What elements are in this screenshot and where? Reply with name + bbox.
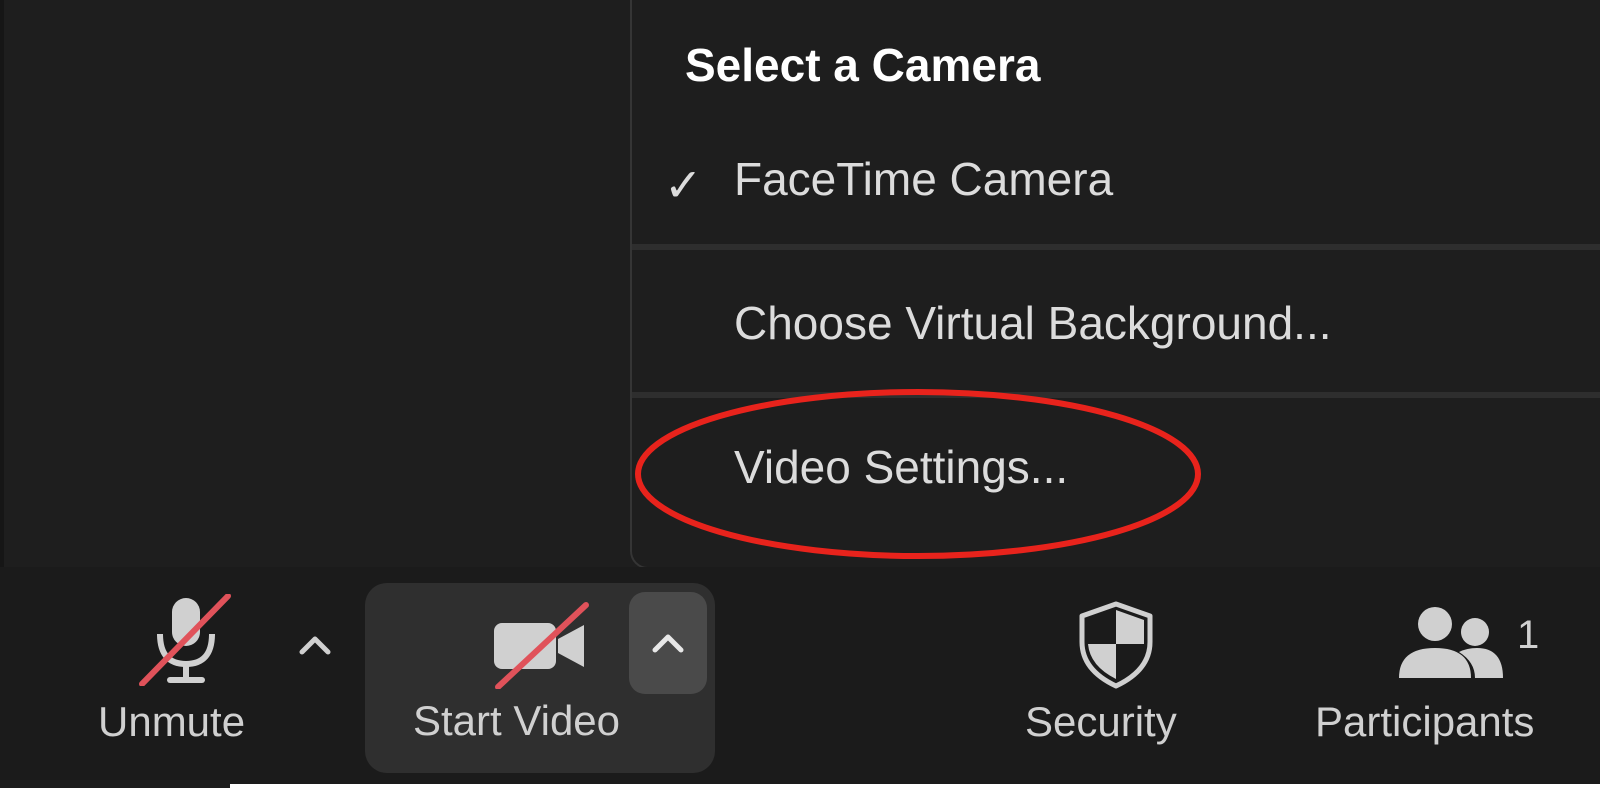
security-label: Security — [1025, 698, 1177, 745]
start-video-label: Start Video — [413, 697, 621, 744]
shield-icon — [1079, 601, 1153, 689]
chevron-up-icon — [299, 636, 331, 655]
unmute-label: Unmute — [98, 698, 246, 745]
video-camera-off-icon — [494, 602, 589, 689]
bottom-edge — [0, 780, 230, 788]
checkmark-icon: ✓ — [664, 159, 703, 211]
security-button[interactable]: Security — [1010, 590, 1210, 770]
menu-item-choose-virtual-background[interactable]: Choose Virtual Background... — [632, 266, 1600, 386]
participants-label: Participants — [1315, 698, 1535, 745]
video-options-button[interactable] — [629, 592, 707, 694]
menu-item-label: Choose Virtual Background... — [734, 297, 1332, 349]
menu-divider — [632, 392, 1600, 398]
menu-heading: Select a Camera — [685, 39, 1041, 91]
audio-options-button[interactable] — [290, 610, 340, 680]
chevron-up-icon — [652, 634, 684, 653]
menu-item-facetime-camera[interactable]: ✓ FaceTime Camera — [632, 118, 1600, 238]
menu-item-video-settings[interactable]: Video Settings... — [632, 414, 1600, 534]
participants-button[interactable]: 1 Participants — [1305, 590, 1595, 770]
menu-divider — [632, 244, 1600, 250]
menu-item-label: FaceTime Camera — [734, 153, 1114, 205]
menu-item-label: Video Settings... — [734, 441, 1069, 493]
participants-icon — [1399, 607, 1503, 678]
participants-count: 1 — [1517, 613, 1540, 657]
microphone-muted-icon — [139, 594, 231, 686]
unmute-button[interactable]: Unmute — [90, 590, 280, 770]
meeting-window: Select a Camera ✓ FaceTime Camera Choose… — [0, 0, 1600, 784]
